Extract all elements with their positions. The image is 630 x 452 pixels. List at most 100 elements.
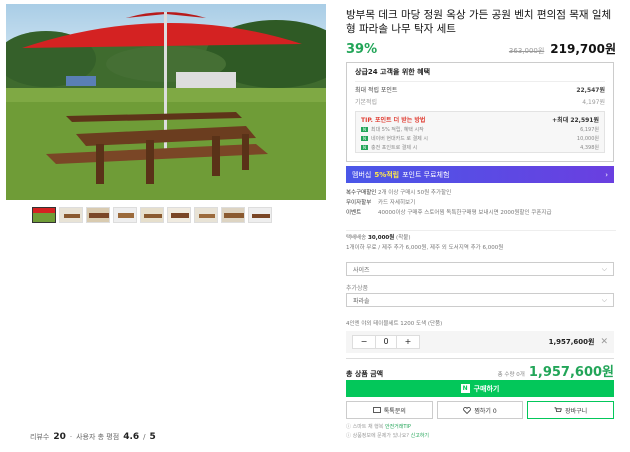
tip-row[interactable]: N 최대 5% 적립, 혜택 시작 6,197원 (361, 126, 599, 133)
thumbnail[interactable] (86, 207, 110, 223)
sale-price: 219,700원 (550, 42, 616, 56)
benefit-box: 상급24 고객을 위한 혜택 최대 적립 포인트 22,547원 기본적립 4,… (346, 62, 614, 162)
tip-row-label: 네이버 현대카드 로 결제 시 (371, 136, 428, 142)
product-info: 방부목 데크 마당 정원 옥상 가든 공원 벤치 편의점 목재 일체형 파라솔 … (342, 0, 622, 452)
info-row: 복수구매할인 2개 이상 구매시 50원 추가할인 (346, 188, 616, 198)
membership-banner[interactable]: 멤버십 5%적립 포인트 무료체험 › (346, 166, 614, 183)
max-points-value: 22,547원 (576, 87, 605, 94)
info-key: 무이자할부 (346, 200, 372, 206)
review-count[interactable]: 20 (53, 432, 66, 442)
thumbnail[interactable] (140, 207, 164, 223)
total-label: 총 상품 금액 (346, 370, 384, 378)
shipping-fee: 30,000원 (368, 235, 395, 241)
tip-row[interactable]: N 충전 포인트로 결제 시 4,398원 (361, 144, 599, 151)
thumbnail[interactable] (59, 207, 83, 223)
size-select[interactable]: 사이즈 ⌵ (346, 262, 614, 276)
product-title: 방부목 데크 마당 정원 옥상 가든 공원 벤치 편의점 목재 일체형 파라솔 … (346, 9, 612, 35)
chat-icon (372, 406, 381, 413)
banner-prefix: 멤버십 (352, 170, 372, 179)
tip-row-label: 충전 포인트로 결제 시 (371, 145, 418, 151)
discount-rate: 39% (346, 42, 378, 57)
option-price: 1,957,600원 (548, 338, 595, 346)
banner-highlight: 5%적립 (374, 170, 400, 179)
max-points-label: 최대 적립 포인트 (355, 87, 398, 94)
score-label: 사용자 총 평점 (76, 433, 120, 441)
basic-points-label: 기본적립 (355, 99, 378, 106)
info-row[interactable]: 무이자할부 카드 자세히보기 (346, 198, 616, 208)
cart-icon (554, 406, 562, 412)
thumbnail[interactable] (221, 207, 245, 223)
info-value: 카드 자세히보기 (378, 200, 416, 206)
heart-icon (463, 406, 472, 414)
selected-option-name: 4인엔 야외 테이블세트 1200 도색 (단품) (346, 321, 443, 327)
safe-trade-link[interactable]: 안전거래TIP (385, 424, 411, 430)
talk-inquiry-button[interactable]: 톡톡문의 (346, 401, 433, 419)
naver-tag: N (361, 145, 368, 150)
cart-button[interactable]: 장바구니 (527, 401, 615, 419)
plus-button[interactable]: + (397, 336, 419, 348)
thumbnail[interactable] (32, 207, 56, 223)
basic-points-row: 기본적립 4,197원 (355, 97, 605, 106)
thumbnail[interactable] (248, 207, 272, 223)
extra-select-value: 파라솔 (353, 297, 370, 305)
benefit-heading: 상급24 고객을 위한 혜택 (355, 67, 605, 82)
banner-suffix: 포인트 무료체험 (402, 170, 450, 179)
naver-tag: N (361, 127, 368, 132)
price-row: 39% 363,000원 219,700원 (346, 40, 616, 58)
report-link[interactable]: 신고하기 (411, 433, 429, 439)
total-count: 총 수량 0개 (497, 372, 525, 378)
note-text: 스마트 채 행복 (352, 424, 384, 430)
extra-product-select[interactable]: 파라솔 ⌵ (346, 293, 614, 307)
thumbnail-strip (32, 207, 272, 223)
tip-value: +최대 22,591원 (552, 117, 599, 124)
tip-row-value: 4,398원 (580, 145, 599, 151)
cart-label: 장바구니 (565, 407, 588, 415)
rating-summary: 리뷰수 20 · 사용자 총 평점 4.6 / 5 (30, 432, 156, 442)
wishlist-button[interactable]: 찜하기 0 (436, 401, 524, 419)
notes: ⓘ 스마트 채 행복 안전거래TIP ⓘ 상품정보에 문제가 있나요? 신고하기 (346, 424, 430, 439)
thumbnail[interactable] (167, 207, 191, 223)
naver-logo-icon: N (460, 384, 470, 393)
remove-option-icon[interactable]: ✕ (600, 337, 608, 347)
chevron-right-icon: › (605, 170, 608, 179)
basic-points-value: 4,197원 (582, 99, 605, 106)
extra-product-label: 추가상품 (346, 285, 369, 292)
info-value: 2개 이상 구매시 50원 추가할인 (378, 190, 452, 196)
buy-button[interactable]: N 구매하기 (346, 380, 614, 397)
chevron-down-icon: ⌵ (601, 295, 607, 304)
points-tip: TIP. 포인트 더 받는 방법 +최대 22,591원 N 최대 5% 적립, … (355, 111, 605, 153)
tip-row-label: 최대 5% 적립, 혜택 시작 (371, 127, 424, 133)
original-price: 363,000원 (508, 47, 545, 55)
selected-option: − 0 + 1,957,600원 ✕ (346, 331, 614, 353)
info-key: 이벤트 (346, 210, 362, 216)
total-value: 1,957,600원 (528, 365, 614, 380)
product-gallery: 리뷰수 20 · 사용자 총 평점 4.6 / 5 (0, 0, 330, 452)
naver-tag: N (361, 136, 368, 141)
shipping-label: 택배배송 (346, 235, 367, 241)
tip-row[interactable]: N 네이버 현대카드 로 결제 시 10,000원 (361, 135, 599, 142)
info-value: 40000이상 구매후 스토어찜 독특한구매평 보내시면 2000원할인 쿠폰지… (378, 210, 552, 216)
info-row: 이벤트 40000이상 구매후 스토어찜 독특한구매평 보내시면 2000원할인 … (346, 208, 616, 218)
info-key: 복수구매할인 (346, 190, 377, 196)
thumbnail[interactable] (194, 207, 218, 223)
note-text: 상품정보에 문제가 있나요? (352, 433, 410, 439)
rating-score: 4.6 (123, 432, 140, 442)
tip-row-value: 10,000원 (576, 136, 599, 142)
action-buttons: 톡톡문의 찜하기 0 장바구니 (346, 401, 615, 419)
rating-max: 5 (149, 432, 156, 442)
main-product-image[interactable] (6, 4, 326, 200)
tip-row-value: 6,197원 (580, 127, 599, 133)
review-count-label: 리뷰수 (30, 433, 50, 441)
max-points-row: 최대 적립 포인트 22,547원 (355, 85, 605, 94)
shipping-detail: 1개이하 무료 / 제주 추가 6,000원, 제주 외 도서지역 추가 6,0… (346, 245, 504, 251)
shipping-fee-note: (착불) (396, 235, 411, 241)
purchase-info: 복수구매할인 2개 이상 구매시 50원 추가할인 무이자할부 카드 자세히보기 이… (346, 188, 616, 218)
quantity-stepper: − 0 + (352, 335, 420, 349)
shipping-info: 택배배송 30,000원 (착불) 1개이하 무료 / 제주 추가 6,000원… (346, 230, 616, 253)
chevron-down-icon: ⌵ (601, 264, 607, 273)
tip-label: TIP. 포인트 더 받는 방법 (361, 117, 426, 124)
quantity-value[interactable]: 0 (375, 336, 397, 348)
buy-button-label: 구매하기 (473, 384, 500, 393)
minus-button[interactable]: − (353, 336, 375, 348)
thumbnail[interactable] (113, 207, 137, 223)
